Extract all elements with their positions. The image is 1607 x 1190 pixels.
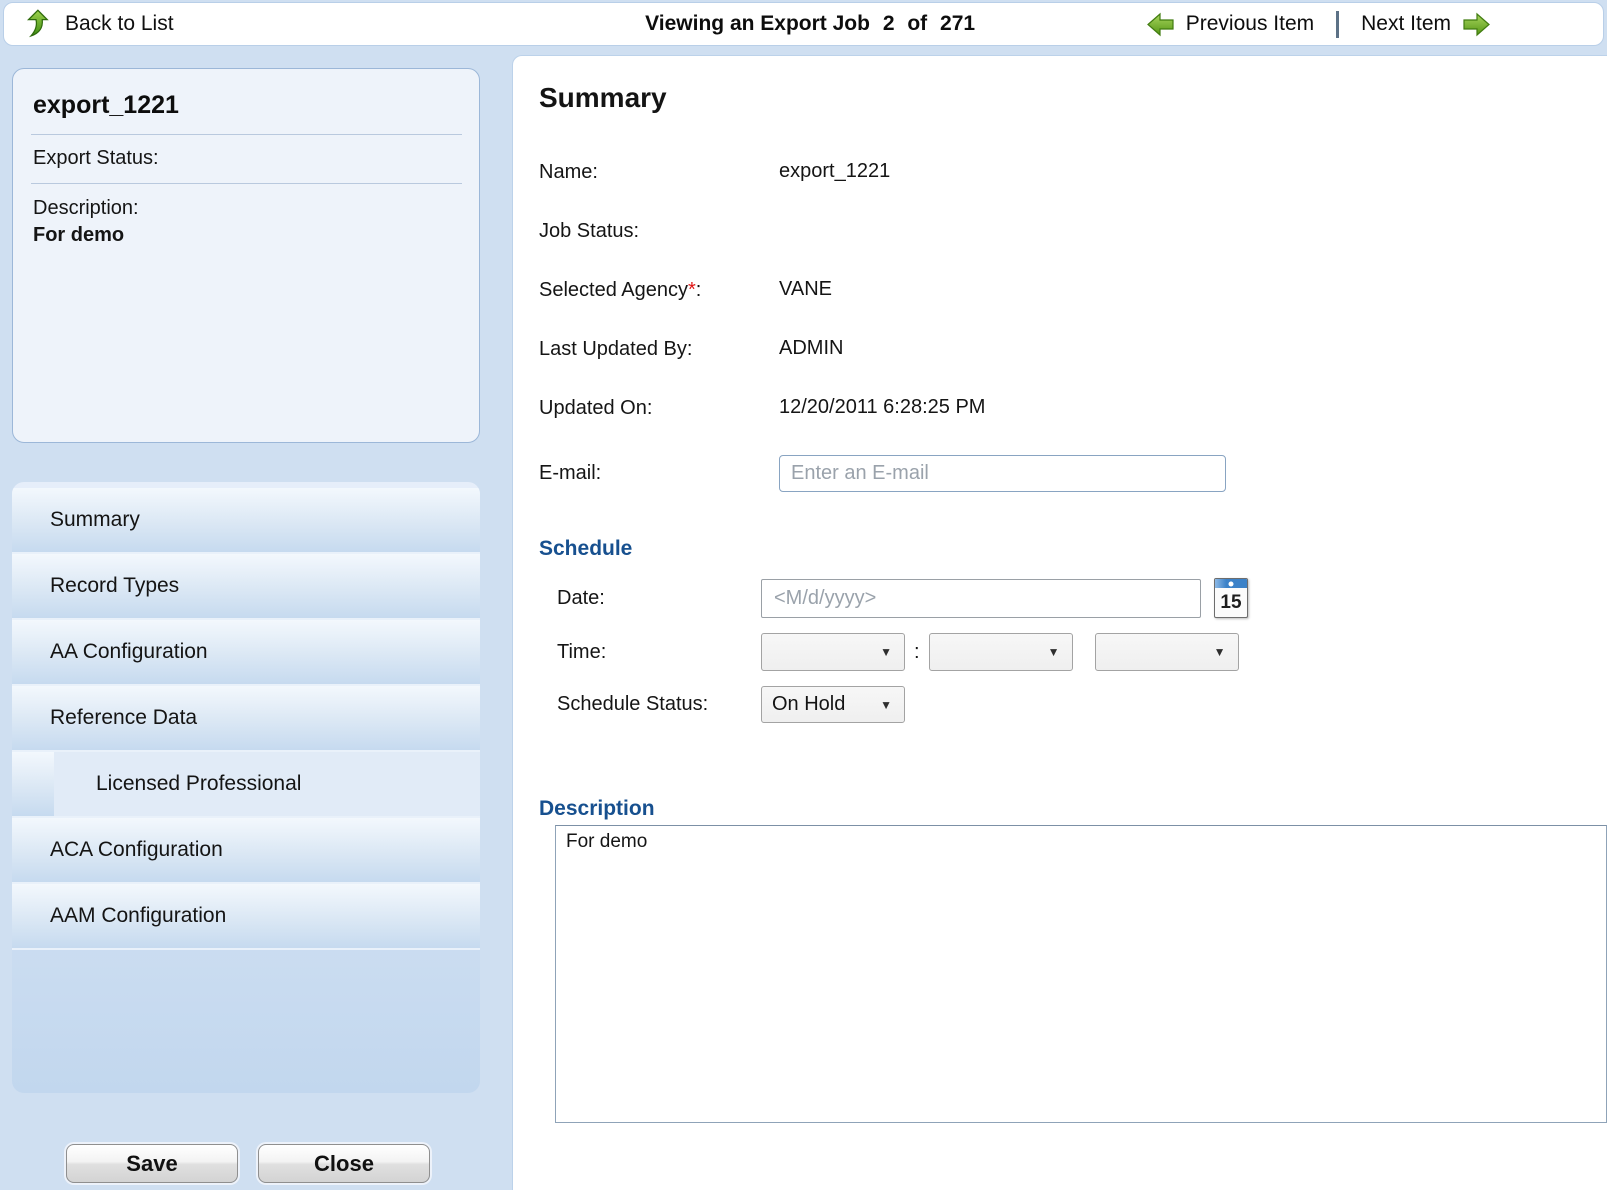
chevron-down-icon: ▼ [1048, 645, 1060, 659]
export-status-label: Export Status: [31, 135, 462, 183]
field-row-name: Name:export_1221 [539, 160, 1607, 184]
pager-divider [1336, 11, 1339, 38]
sidebar-item-summary[interactable]: Summary [12, 488, 480, 554]
viewing-total-count: 271 [940, 12, 975, 35]
field-value: ADMIN [779, 337, 843, 361]
date-label: Date: [539, 587, 761, 610]
field-label: Name: [539, 161, 779, 184]
main-panel: Summary Name:export_1221 Job Status: Selec… [512, 55, 1607, 1190]
time-minute-select[interactable]: ▼ [929, 633, 1073, 671]
sidebar-item-aa-configuration[interactable]: AA Configuration [12, 620, 480, 686]
viewing-current-index: 2 [883, 12, 895, 35]
viewing-of-label: of [907, 12, 927, 35]
field-label: Job Status: [539, 220, 779, 243]
viewing-title: Viewing an Export Job 2 of 271 [645, 12, 982, 36]
sidebar-item-record-types[interactable]: Record Types [12, 554, 480, 620]
sidebar-item-aca-configuration[interactable]: ACA Configuration [12, 818, 480, 884]
pager-controls: Previous Item Next Item [1146, 3, 1491, 45]
field-row-updated-on: Updated On:12/20/2011 6:28:25 PM [539, 396, 1607, 420]
chevron-down-icon: ▼ [880, 698, 892, 712]
time-label: Time: [539, 641, 761, 664]
next-arrow-icon [1461, 12, 1491, 37]
job-name-title: export_1221 [31, 87, 462, 134]
sidebar-item-licensed-professional[interactable]: Licensed Professional [12, 752, 480, 818]
toolbar: Back to List Viewing an Export Job 2 of … [3, 2, 1604, 46]
date-input[interactable] [761, 579, 1201, 618]
calendar-icon-day: 15 [1215, 588, 1247, 617]
field-value: export_1221 [779, 160, 890, 184]
sidebar-nav: SummaryRecord TypesAA ConfigurationRefer… [12, 482, 480, 1093]
next-item-button[interactable]: Next Item [1361, 12, 1491, 37]
back-to-list-label: Back to List [65, 12, 174, 36]
time-separator: : [914, 641, 920, 664]
summary-fields: Name:export_1221 Job Status: Selected Agen… [539, 160, 1607, 420]
sidebar-description-label: Description: [31, 184, 462, 222]
email-row: E-mail: [539, 455, 1607, 492]
field-value: 12/20/2011 6:28:25 PM [779, 396, 985, 420]
previous-arrow-icon [1146, 12, 1176, 37]
calendar-icon-header [1215, 579, 1247, 588]
required-asterisk: * [688, 279, 696, 301]
schedule-status-label: Schedule Status: [539, 693, 761, 716]
description-textarea[interactable]: For demo [555, 825, 1607, 1123]
chevron-down-icon: ▼ [880, 645, 892, 659]
viewing-title-prefix: Viewing an Export Job [645, 12, 870, 35]
date-row: Date: 15 [539, 578, 1607, 618]
schedule-status-value: On Hold [772, 693, 845, 716]
action-buttons: Save Close [66, 1144, 430, 1183]
chevron-down-icon: ▼ [1214, 645, 1226, 659]
field-row-job-status: Job Status: [539, 219, 1607, 243]
email-input[interactable] [779, 455, 1226, 492]
save-button[interactable]: Save [66, 1144, 238, 1183]
sidebar-subitem-label: Licensed Professional [54, 752, 480, 816]
sidebar: export_1221 Export Status: Description: … [12, 55, 480, 1190]
schedule-status-row: Schedule Status: On Hold ▼ [539, 686, 1607, 723]
previous-item-button[interactable]: Previous Item [1146, 12, 1314, 37]
close-button[interactable]: Close [258, 1144, 430, 1183]
back-to-list-button[interactable]: Back to List [26, 9, 174, 39]
back-arrow-icon [26, 9, 56, 39]
calendar-icon[interactable]: 15 [1214, 578, 1248, 618]
schedule-heading: Schedule [539, 537, 1607, 561]
summary-heading: Summary [539, 82, 1607, 114]
schedule-status-select[interactable]: On Hold ▼ [761, 686, 905, 723]
description-heading: Description [539, 797, 1607, 821]
job-info-panel: export_1221 Export Status: Description: … [12, 68, 480, 443]
email-label: E-mail: [539, 462, 779, 485]
sidebar-item-aam-configuration[interactable]: AAM Configuration [12, 884, 480, 950]
sidebar-description-value: For demo [31, 222, 462, 247]
field-label: Last Updated By: [539, 338, 779, 361]
time-row: Time: ▼ : ▼ ▼ [539, 633, 1607, 671]
field-row-selected-agency: Selected Agency*:VANE [539, 278, 1607, 302]
field-row-last-updated-by: Last Updated By:ADMIN [539, 337, 1607, 361]
sidebar-item-reference-data[interactable]: Reference Data [12, 686, 480, 752]
next-item-label: Next Item [1361, 12, 1451, 36]
time-ampm-select[interactable]: ▼ [1095, 633, 1239, 671]
previous-item-label: Previous Item [1186, 12, 1314, 36]
field-label: Updated On: [539, 397, 779, 420]
field-value: VANE [779, 278, 832, 302]
content-area: export_1221 Export Status: Description: … [0, 55, 1607, 1190]
field-label: Selected Agency*: [539, 279, 779, 302]
time-hour-select[interactable]: ▼ [761, 633, 905, 671]
